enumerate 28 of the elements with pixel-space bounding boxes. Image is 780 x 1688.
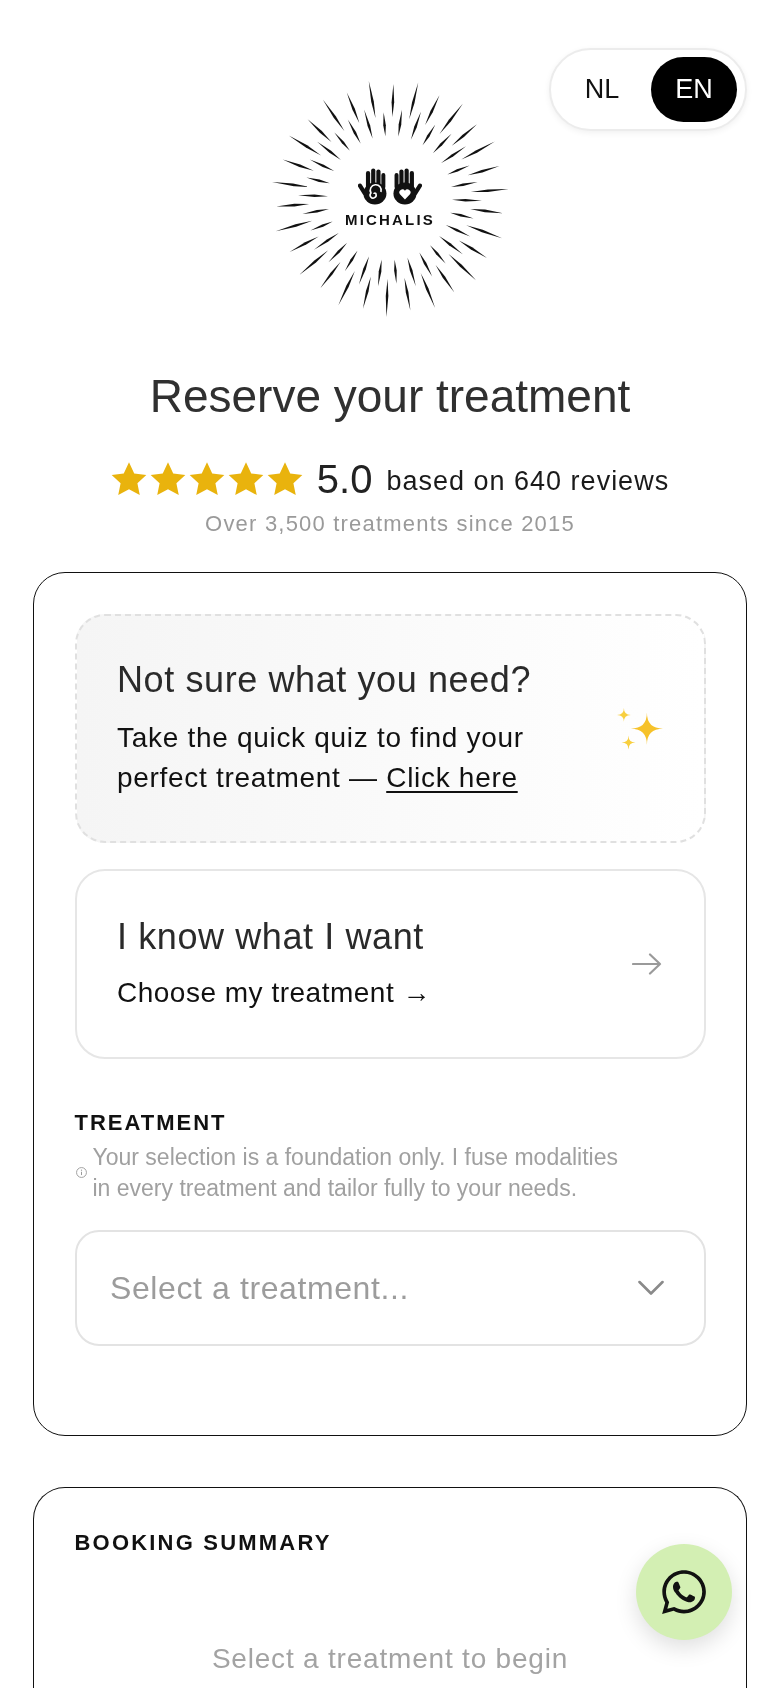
phone-bubble-icon xyxy=(659,1567,709,1617)
review-count: based on 640 reviews xyxy=(386,465,670,498)
logo-text: MICHALIS xyxy=(344,211,436,228)
page-title: Reserve your treatment xyxy=(149,369,631,423)
quiz-description: Take the quick quiz to find your perfect treatment — Click here xyxy=(117,720,525,795)
hands-icon xyxy=(358,168,422,205)
star-icon xyxy=(227,461,264,497)
treatment-choice-card[interactable]: I know what I want Choose my treatment → xyxy=(74,869,706,1059)
field-hint: Your selection is a foundation only. I fuse modalities in every treatment and tailor fully to your needs. xyxy=(92,1142,619,1203)
star-icon xyxy=(266,461,303,497)
choose-treatment-link[interactable]: Choose my treatment → xyxy=(117,975,431,1011)
empty-message: Select a treatment to begin xyxy=(210,1643,570,1675)
language-option[interactable]: NL xyxy=(559,57,645,122)
arrow-right-icon xyxy=(631,953,662,975)
quiz-link[interactable]: Click here xyxy=(386,761,518,793)
field-label: TREATMENT xyxy=(74,1110,228,1136)
info-icon xyxy=(75,1167,87,1178)
star-icon xyxy=(149,461,186,497)
rating-score: 5.0 xyxy=(316,457,373,501)
chevron-down-icon xyxy=(637,1280,664,1296)
summary-title: BOOKING SUMMARY xyxy=(74,1530,333,1556)
treatment-select[interactable]: Select a treatment... xyxy=(74,1230,706,1346)
language-option[interactable]: EN xyxy=(651,57,737,122)
star-icon xyxy=(110,461,147,497)
quiz-title: Not sure what you need? xyxy=(117,659,533,700)
tagline: Over 3,500 treatments since 2015 xyxy=(205,511,575,537)
choice-title: I know what I want xyxy=(117,917,425,957)
star-icon xyxy=(188,461,225,497)
